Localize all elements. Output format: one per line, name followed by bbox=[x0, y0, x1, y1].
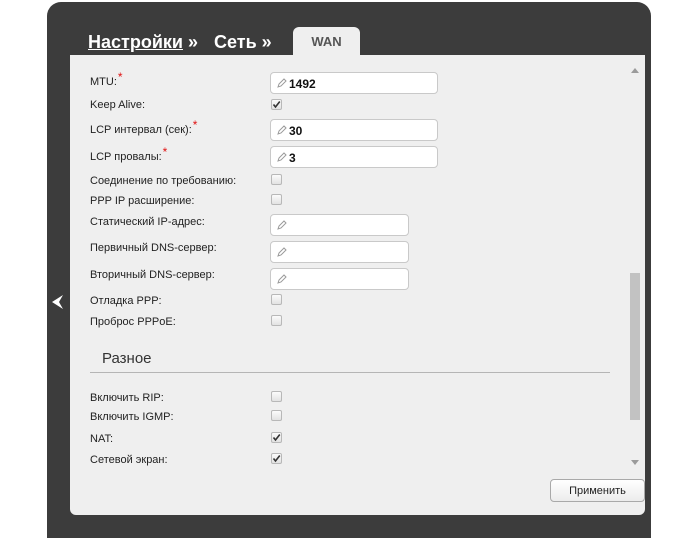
section-divider bbox=[90, 372, 610, 373]
nat-checkbox[interactable] bbox=[271, 432, 282, 443]
pencil-icon bbox=[277, 125, 287, 135]
breadcrumb-settings-link[interactable]: Настройки bbox=[88, 32, 183, 53]
ppp-ip-ext-checkbox[interactable] bbox=[271, 194, 282, 205]
breadcrumb-separator: » bbox=[261, 31, 272, 52]
pencil-icon bbox=[277, 274, 287, 284]
ppp-debug-label: Отладка PPP: bbox=[90, 295, 162, 307]
required-marker: * bbox=[162, 145, 168, 159]
checkmark-icon bbox=[272, 101, 281, 109]
required-marker: * bbox=[117, 70, 123, 84]
tab-wan[interactable]: WAN bbox=[293, 27, 360, 57]
scrollbar-thumb[interactable] bbox=[630, 273, 640, 420]
mtu-label: MTU:* bbox=[90, 70, 123, 88]
breadcrumb-separator: » bbox=[187, 31, 198, 52]
lcp-interval-value: 30 bbox=[289, 124, 303, 138]
nat-label: NAT: bbox=[90, 433, 114, 445]
apply-button[interactable]: Применить bbox=[550, 479, 645, 502]
on-demand-label: Соединение по требованию: bbox=[90, 175, 237, 187]
on-demand-checkbox[interactable] bbox=[271, 174, 282, 185]
checkmark-icon bbox=[272, 455, 281, 463]
lcp-fails-label: LCP провалы:* bbox=[90, 145, 168, 163]
ppp-ip-ext-label: PPP IP расширение: bbox=[90, 195, 195, 207]
igmp-label: Включить IGMP: bbox=[90, 411, 174, 423]
lcp-interval-input[interactable]: 30 bbox=[270, 119, 438, 141]
scroll-down-arrow-icon[interactable] bbox=[631, 460, 639, 466]
primary-dns-label: Первичный DNS-сервер: bbox=[90, 242, 217, 254]
keep-alive-label: Keep Alive: bbox=[90, 99, 146, 111]
lcp-interval-label: LCP интервал (сек):* bbox=[90, 118, 198, 136]
mtu-value: 1492 bbox=[289, 77, 316, 91]
back-arrow-icon[interactable] bbox=[49, 293, 67, 311]
checkmark-icon bbox=[272, 434, 281, 442]
ppp-debug-checkbox[interactable] bbox=[271, 294, 282, 305]
lcp-fails-input[interactable]: 3 bbox=[270, 146, 438, 168]
pencil-icon bbox=[277, 220, 287, 230]
pencil-icon bbox=[277, 78, 287, 88]
firewall-label: Сетевой экран: bbox=[90, 454, 168, 466]
breadcrumb: Настройки » Сеть » bbox=[88, 30, 288, 54]
required-marker: * bbox=[192, 118, 198, 132]
igmp-checkbox[interactable] bbox=[271, 410, 282, 421]
scroll-up-arrow-icon[interactable] bbox=[631, 67, 639, 73]
breadcrumb-network-link[interactable]: Сеть bbox=[214, 32, 257, 53]
static-ip-label: Статический IP-адрес: bbox=[90, 216, 205, 228]
keep-alive-checkbox[interactable] bbox=[271, 99, 282, 110]
pppoe-passthrough-checkbox[interactable] bbox=[271, 315, 282, 326]
pencil-icon bbox=[277, 152, 287, 162]
static-ip-input[interactable] bbox=[270, 214, 409, 236]
mtu-input[interactable]: 1492 bbox=[270, 72, 438, 94]
lcp-fails-value: 3 bbox=[289, 151, 296, 165]
firewall-checkbox[interactable] bbox=[271, 453, 282, 464]
section-title-misc: Разное bbox=[102, 350, 152, 367]
secondary-dns-label: Вторичный DNS-сервер: bbox=[90, 269, 215, 281]
pppoe-passthrough-label: Проброс PPPoE: bbox=[90, 316, 176, 328]
primary-dns-input[interactable] bbox=[270, 241, 409, 263]
rip-checkbox[interactable] bbox=[271, 391, 282, 402]
secondary-dns-input[interactable] bbox=[270, 268, 409, 290]
pencil-icon bbox=[277, 247, 287, 257]
rip-label: Включить RIP: bbox=[90, 392, 164, 404]
